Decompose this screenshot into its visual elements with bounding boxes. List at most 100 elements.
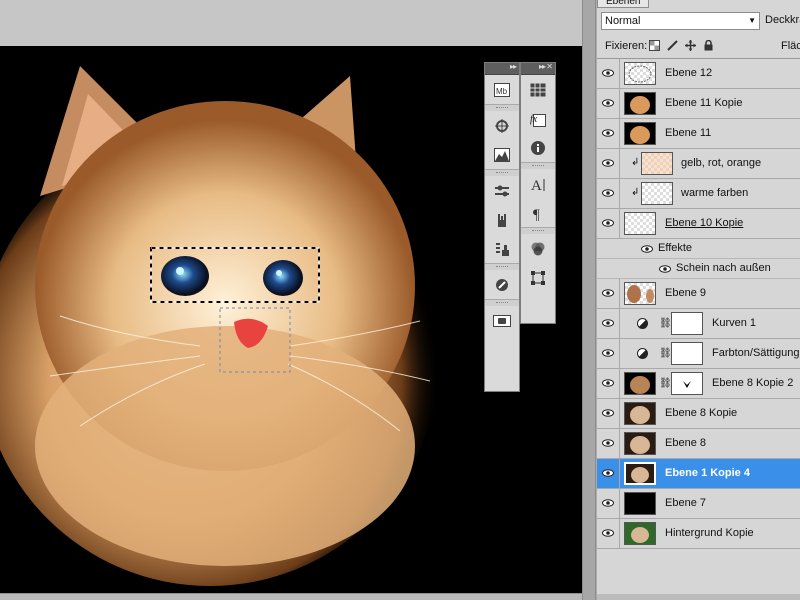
visibility-toggle[interactable]	[597, 279, 620, 308]
layer-row[interactable]: ↲ gelb, rot, orange	[597, 149, 800, 179]
character-icon[interactable]: A	[521, 169, 555, 198]
layer-name[interactable]: Kurven 1	[712, 317, 756, 329]
layer-mask-thumbnail[interactable]	[671, 372, 703, 395]
layer-mask-thumbnail[interactable]	[671, 312, 703, 335]
layer-thumbnail	[624, 282, 656, 305]
visibility-toggle[interactable]	[597, 339, 620, 368]
mini-bridge-icon[interactable]: Mb	[485, 75, 519, 104]
curves-icon	[637, 318, 648, 329]
clone-source-icon[interactable]	[485, 205, 519, 234]
layer-row-selected[interactable]: Ebene 1 Kopie 4	[597, 459, 800, 489]
eye-icon	[602, 129, 614, 137]
layer-row[interactable]: Ebene 9	[597, 279, 800, 309]
lock-position-icon[interactable]	[685, 40, 696, 51]
effects-row[interactable]: Effekte	[597, 239, 800, 259]
paragraph-icon[interactable]: ¶	[521, 198, 555, 227]
layer-name[interactable]: Ebene 12	[665, 67, 712, 79]
eye-icon[interactable]	[659, 265, 671, 273]
collapse-handle[interactable]: ▸▸	[485, 62, 519, 75]
visibility-toggle[interactable]	[597, 119, 620, 148]
layer-row[interactable]: Ebene 11 Kopie	[597, 89, 800, 119]
layer-comps-icon[interactable]	[485, 306, 519, 335]
link-chain-icon: ⛓	[659, 318, 672, 329]
link-chain-icon: ⛓	[659, 348, 672, 359]
paths-icon[interactable]	[521, 263, 555, 292]
layer-row[interactable]: Ebene 7	[597, 489, 800, 519]
panel-bottom-bar	[597, 594, 800, 600]
swatches-icon[interactable]	[521, 75, 555, 104]
layer-name[interactable]: warme farben	[681, 187, 748, 199]
layer-row[interactable]: ⛓ Kurven 1	[597, 309, 800, 339]
visibility-toggle[interactable]	[597, 309, 620, 338]
layer-name[interactable]: Ebene 9	[665, 287, 706, 299]
visibility-toggle[interactable]	[597, 369, 620, 398]
visibility-toggle[interactable]	[597, 429, 620, 458]
visibility-toggle[interactable]	[597, 149, 620, 178]
layer-thumbnail	[641, 152, 673, 175]
tab-layers[interactable]: Ebenen	[597, 0, 650, 8]
info-icon[interactable]	[485, 270, 519, 299]
effect-item-label: Schein nach außen	[676, 262, 771, 274]
layer-mask-thumbnail[interactable]	[671, 342, 703, 365]
channels-icon[interactable]	[521, 234, 555, 263]
lock-image-pixels-icon[interactable]	[667, 40, 678, 51]
layer-name[interactable]: Ebene 11	[665, 127, 711, 139]
layer-name[interactable]: Ebene 7	[665, 497, 706, 509]
layer-name[interactable]: Ebene 11 Kopie	[665, 97, 742, 109]
info-circle-icon[interactable]	[521, 133, 555, 162]
visibility-toggle[interactable]	[597, 519, 620, 548]
layer-name[interactable]: gelb, rot, orange	[681, 157, 761, 169]
visibility-toggle[interactable]	[597, 179, 620, 208]
layer-row[interactable]: Hintergrund Kopie	[597, 519, 800, 549]
separator	[485, 299, 519, 306]
clipping-mask-icon: ↲	[631, 187, 640, 198]
histogram-icon[interactable]	[485, 140, 519, 169]
layer-thumbnail	[624, 92, 656, 115]
lock-all-icon[interactable]	[703, 39, 714, 51]
eye-icon	[602, 529, 614, 537]
eye-icon	[602, 379, 614, 387]
layer-row[interactable]: Ebene 8 Kopie	[597, 399, 800, 429]
layer-name[interactable]: Ebene 8 Kopie	[665, 407, 737, 419]
layer-thumbnail	[624, 122, 656, 145]
eye-icon	[602, 469, 614, 477]
layer-row[interactable]: ↲ warme farben	[597, 179, 800, 209]
visibility-toggle[interactable]	[597, 59, 620, 88]
visibility-toggle[interactable]	[597, 459, 620, 488]
eye-icon	[602, 349, 614, 357]
layer-name[interactable]: Ebene 10 Kopie	[665, 217, 743, 229]
layer-name[interactable]: Farbton/Sättigung 1	[712, 347, 800, 359]
collapse-handle[interactable]: ▸▸ ✕	[521, 62, 555, 75]
layers-list: Ebene 12 Ebene 11 Kopie Ebene 11 ↲ gelb,…	[597, 58, 800, 600]
visibility-toggle[interactable]	[597, 89, 620, 118]
layer-name[interactable]: Ebene 8	[665, 437, 706, 449]
hue-saturation-icon	[637, 348, 648, 359]
actions-icon[interactable]	[485, 234, 519, 263]
layer-row[interactable]: Ebene 11	[597, 119, 800, 149]
layer-row[interactable]: Ebene 10 Kopie	[597, 209, 800, 239]
layer-row[interactable]: Ebene 12	[597, 59, 800, 89]
layer-name[interactable]: Ebene 1 Kopie 4	[665, 467, 750, 479]
navigator-icon[interactable]	[485, 111, 519, 140]
styles-icon[interactable]: fx	[521, 104, 555, 133]
effects-label: Effekte	[658, 242, 693, 254]
layer-name[interactable]: Ebene 8 Kopie 2	[712, 377, 793, 389]
layer-row[interactable]: ⛓ Farbton/Sättigung 1	[597, 339, 800, 369]
lock-row: Fixieren: Fläche:	[597, 36, 800, 56]
eye-icon[interactable]	[641, 245, 653, 253]
separator	[485, 169, 519, 176]
layer-row[interactable]: Ebene 8	[597, 429, 800, 459]
visibility-toggle[interactable]	[597, 209, 620, 238]
layer-row[interactable]: ⛓ Ebene 8 Kopie 2	[597, 369, 800, 399]
layer-name[interactable]: Hintergrund Kopie	[665, 527, 754, 539]
layer-thumbnail	[624, 372, 656, 395]
blend-mode-select[interactable]: Normal ▼	[601, 12, 760, 30]
opacity-label: Deckkraft:	[765, 14, 800, 26]
panel-splitter[interactable]	[582, 0, 596, 600]
layer-thumbnail	[624, 522, 656, 545]
visibility-toggle[interactable]	[597, 489, 620, 518]
visibility-toggle[interactable]	[597, 399, 620, 428]
brush-presets-icon[interactable]	[485, 176, 519, 205]
lock-transparent-pixels-icon[interactable]	[649, 40, 660, 51]
effect-item-row[interactable]: Schein nach außen	[597, 259, 800, 279]
